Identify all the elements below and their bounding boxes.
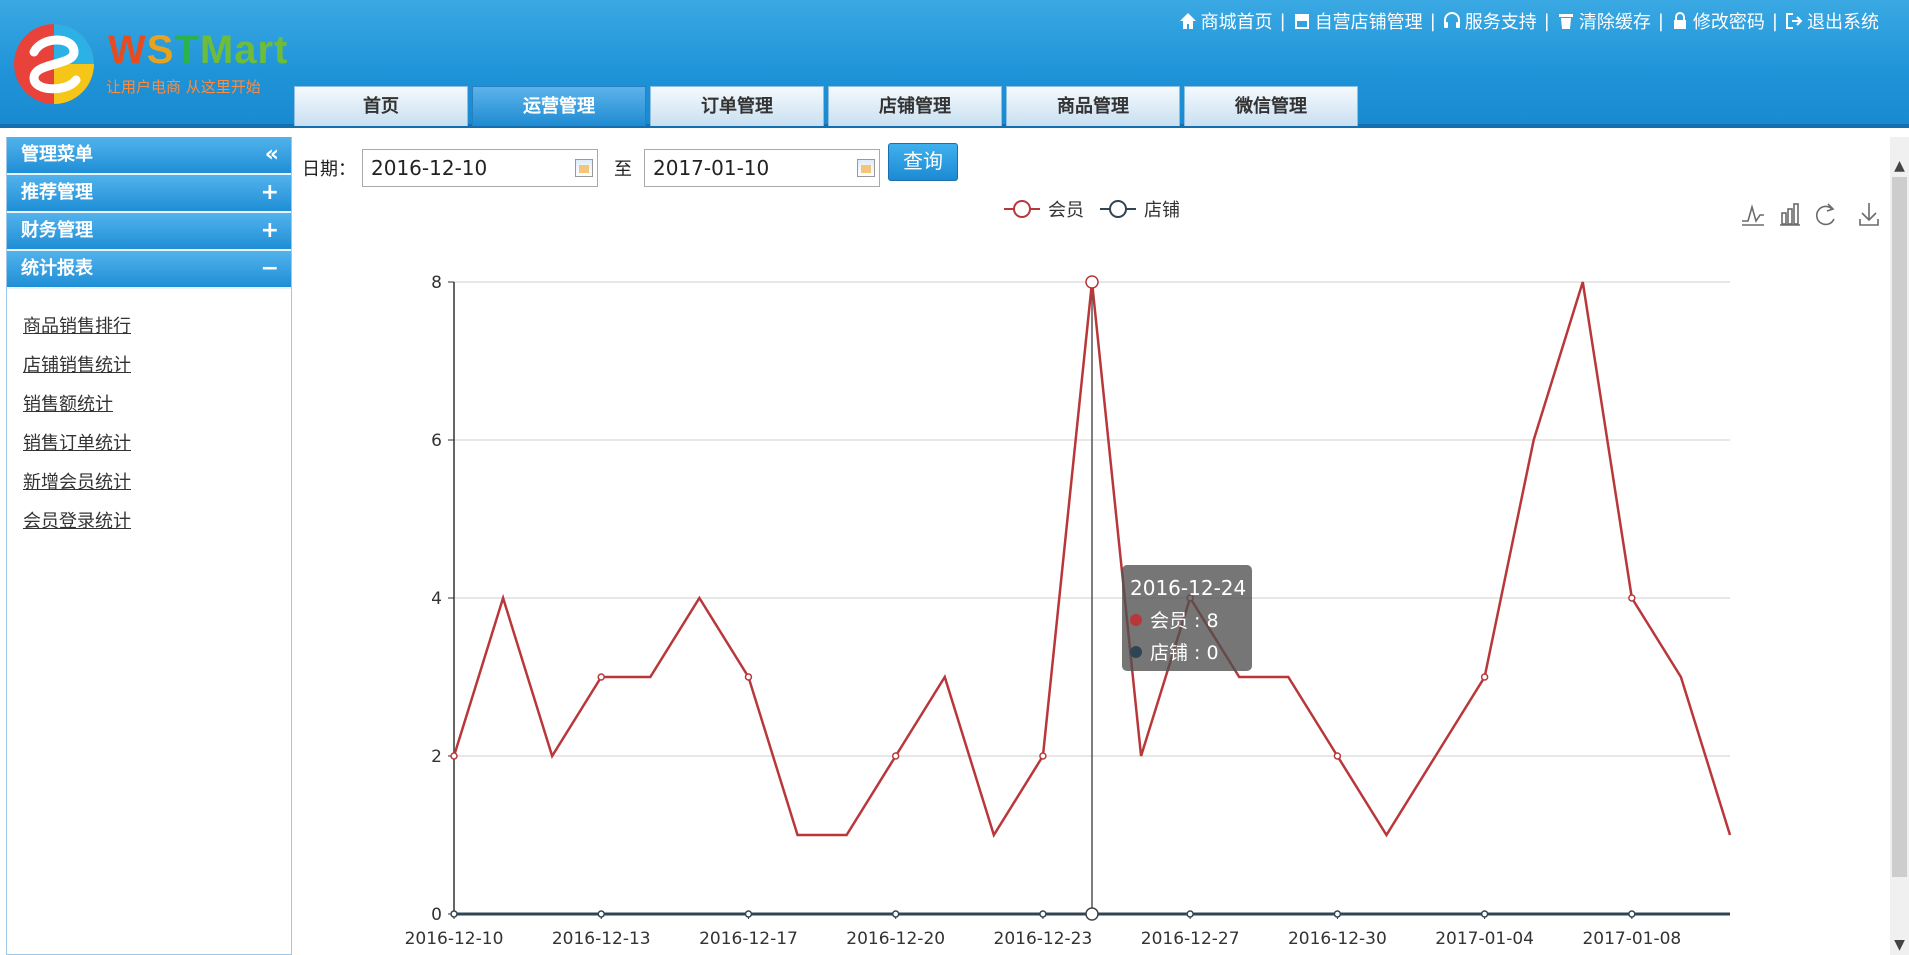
self-store-link[interactable]: 自营店铺管理 | [1292, 8, 1436, 34]
y-tick-label: 0 [431, 905, 442, 925]
home-link[interactable]: 商城首页 | [1178, 8, 1286, 34]
legend-item-shop[interactable]: 店铺 [1100, 200, 1180, 221]
data-point-member [891, 752, 900, 760]
store-icon [1294, 14, 1309, 29]
sidebar-title[interactable]: 管理菜单 « [7, 137, 291, 175]
sidebar-item-sales-amount[interactable]: 销售额统计 [23, 385, 291, 424]
headset-icon [1443, 12, 1460, 28]
x-tick-label: 2016-12-20 [846, 929, 945, 949]
logout-link[interactable]: 退出系统 [1784, 8, 1879, 34]
home-icon [1179, 13, 1196, 29]
top-links: 商城首页 | 自营店铺管理 | 服务支持 | 清除缓存 | 修改密码 | 退出系统 [1178, 8, 1879, 34]
data-point-shop [1333, 910, 1342, 918]
tooltip-line-member: 会员 : 8 [1150, 610, 1219, 632]
bar-chart-icon[interactable] [1780, 203, 1800, 226]
x-tick-label: 2016-12-23 [994, 929, 1093, 949]
sidebar: 管理菜单 « 推荐管理 + 财务管理 + 统计报表 − 商品销售排行 店铺销售统… [6, 137, 292, 955]
scroll-down-arrow[interactable]: ▼ [1890, 936, 1909, 955]
tooltip-title: 2016-12-24 [1130, 576, 1246, 600]
logo-text: WSTMart [108, 28, 289, 72]
expand-icon: + [260, 180, 279, 205]
data-point-member [1039, 752, 1047, 760]
sidebar-item-product-ranking[interactable]: 商品销售排行 [23, 307, 291, 346]
chart: 会员 店铺 0 2 4 6 8 2016-12-10 2016-12-13 2016-12-1… [405, 200, 1879, 949]
data-point-member [597, 673, 605, 681]
y-tick-label: 8 [431, 273, 442, 293]
sidebar-report-items: 商品销售排行 店铺销售统计 销售额统计 销售订单统计 新增会员统计 会员登录统计 [7, 289, 291, 541]
tab-products[interactable]: 商品管理 [1006, 86, 1180, 126]
expand-icon: + [260, 218, 279, 243]
tab-orders[interactable]: 订单管理 [650, 86, 824, 126]
lock-icon [1673, 12, 1686, 29]
legend-label-member: 会员 [1048, 200, 1084, 221]
data-point-shop [1480, 910, 1489, 918]
tab-stores[interactable]: 店铺管理 [828, 86, 1002, 126]
collapse-icon: − [260, 256, 279, 281]
data-point-shop [891, 910, 900, 918]
legend: 会员 店铺 [1004, 200, 1180, 221]
change-password-link[interactable]: 修改密码 | [1670, 8, 1778, 34]
data-point-shop [597, 910, 605, 918]
sidebar-section-finance[interactable]: 财务管理 + [7, 213, 291, 251]
sidebar-item-sales-orders[interactable]: 销售订单统计 [23, 424, 291, 463]
tooltip-line-shop: 店铺 : 0 [1150, 642, 1219, 664]
data-point-shop [450, 910, 458, 918]
scroll-up-arrow[interactable]: ▲ [1890, 157, 1909, 176]
support-link[interactable]: 服务支持 | [1442, 8, 1550, 34]
tooltip-marker-member [1130, 614, 1142, 626]
data-point-shop [1186, 910, 1194, 918]
sidebar-section-reports[interactable]: 统计报表 − [7, 251, 291, 289]
refresh-icon[interactable] [1815, 203, 1835, 226]
y-tick-label: 6 [431, 431, 442, 451]
x-tick-label: 2017-01-04 [1435, 929, 1534, 949]
sidebar-item-store-sales[interactable]: 店铺销售统计 [23, 346, 291, 385]
x-tick-label: 2016-12-30 [1288, 929, 1387, 949]
logo-slogan: 让用户电商 从这里开始 [106, 78, 261, 96]
data-point-member [1333, 752, 1342, 760]
x-tick-label: 2016-12-10 [405, 929, 504, 949]
logout-icon [1786, 13, 1803, 29]
line-chart-icon[interactable] [1742, 204, 1764, 226]
plot-area: 0 2 4 6 8 2016-12-10 2016-12-13 2016-12-17 2016-… [405, 273, 1732, 949]
sidebar-item-member-logins[interactable]: 会员登录统计 [23, 502, 291, 541]
clear-cache-link[interactable]: 清除缓存 | [1556, 8, 1664, 34]
tab-operations[interactable]: 运营管理 [472, 86, 646, 126]
y-tick-label: 4 [431, 589, 442, 609]
tab-home[interactable]: 首页 [294, 86, 468, 126]
data-point-shop-highlight[interactable] [1085, 907, 1099, 921]
tooltip-marker-shop [1130, 646, 1142, 658]
data-point-shop [1039, 910, 1047, 918]
x-tick-label: 2016-12-27 [1141, 929, 1240, 949]
data-point-member[interactable] [1085, 275, 1099, 289]
data-point-member [1480, 673, 1489, 681]
trash-icon [1558, 14, 1573, 29]
legend-label-shop: 店铺 [1144, 200, 1180, 221]
scroll-thumb[interactable] [1892, 177, 1907, 877]
download-icon[interactable] [1859, 203, 1879, 226]
data-point-member [450, 752, 458, 760]
sidebar-section-recommend[interactable]: 推荐管理 + [7, 175, 291, 213]
sidebar-item-new-members[interactable]: 新增会员统计 [23, 463, 291, 502]
data-point-shop [744, 910, 753, 918]
data-point-member [744, 673, 753, 681]
chart-toolbox [1742, 203, 1879, 226]
data-point-shop [1628, 910, 1636, 918]
vertical-scrollbar[interactable]: ▲ ▼ [1890, 137, 1909, 955]
tab-wechat[interactable]: 微信管理 [1184, 86, 1358, 126]
app-header: WSTMart 让用户电商 从这里开始 商城首页 | 自营店铺管理 | 服务支持 | … [0, 0, 1909, 128]
main-content: 日期： 2016-12-10 至 2017-01-10 查询 会员 店铺 0 2… [294, 137, 1890, 955]
x-tick-label: 2016-12-13 [552, 929, 651, 949]
legend-item-member[interactable]: 会员 [1004, 200, 1084, 221]
collapse-sidebar-icon[interactable]: « [265, 137, 279, 173]
main-nav-tabs: 首页 运营管理 订单管理 店铺管理 商品管理 微信管理 [294, 86, 1358, 126]
logo-mark [14, 24, 94, 104]
y-tick-label: 2 [431, 747, 442, 767]
data-point-member [1628, 594, 1636, 602]
x-tick-label: 2016-12-17 [699, 929, 798, 949]
x-tick-label: 2017-01-08 [1582, 929, 1681, 949]
